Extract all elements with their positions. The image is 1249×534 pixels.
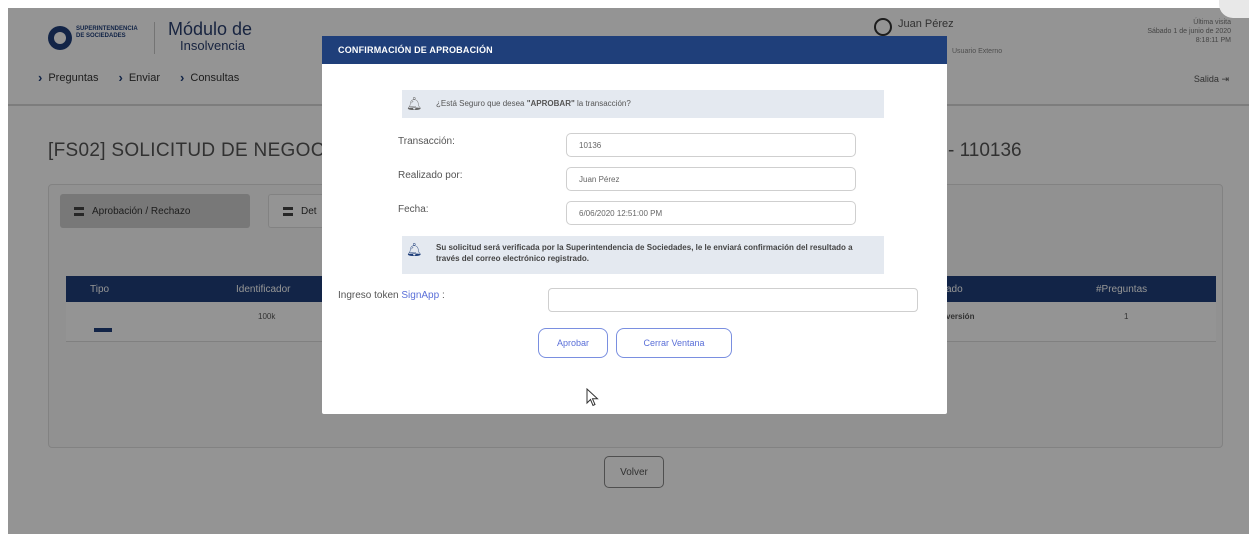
token-label-colon: : — [439, 290, 445, 301]
approval-confirmation-modal: CONFIRMACIÓN DE APROBACIÓN 🔔︎ ¿Está Segu… — [322, 36, 947, 414]
token-input[interactable] — [548, 288, 918, 312]
approve-button[interactable]: Aprobar — [538, 328, 608, 358]
question-text-end: la transacción? — [574, 99, 631, 108]
mouse-cursor-icon — [586, 388, 599, 407]
signapp-link[interactable]: SignApp — [401, 290, 439, 301]
transaction-field[interactable]: 10136 — [566, 133, 856, 157]
performed-by-field[interactable]: Juan Pérez — [566, 167, 856, 191]
bell-icon: 🔔︎ — [406, 242, 423, 257]
verification-notice: 🔔︎ Su solicitud será verificada por la S… — [402, 236, 884, 274]
bell-icon: 🔔︎ — [406, 96, 423, 111]
confirm-question: ¿Está Seguro que desea "APROBAR" la tran… — [436, 99, 631, 108]
date-field[interactable]: 6/06/2020 12:51:00 PM — [566, 201, 856, 225]
notice-text: Su solicitud será verificada por la Supe… — [436, 243, 853, 263]
transaction-label: Transacción: — [398, 136, 455, 147]
modal-title: CONFIRMACIÓN DE APROBACIÓN — [338, 45, 493, 55]
date-label: Fecha: — [398, 204, 429, 215]
token-label: Ingreso token SignApp : — [338, 290, 445, 301]
question-text: ¿Está Seguro que desea — [436, 99, 527, 108]
confirm-question-alert: 🔔︎ ¿Está Seguro que desea "APROBAR" la t… — [402, 90, 884, 118]
question-action: "APROBAR" — [526, 99, 575, 108]
token-label-text: Ingreso token — [338, 290, 402, 301]
close-window-button[interactable]: Cerrar Ventana — [616, 328, 732, 358]
performed-by-label: Realizado por: — [398, 170, 463, 181]
modal-header: CONFIRMACIÓN DE APROBACIÓN — [322, 36, 947, 64]
